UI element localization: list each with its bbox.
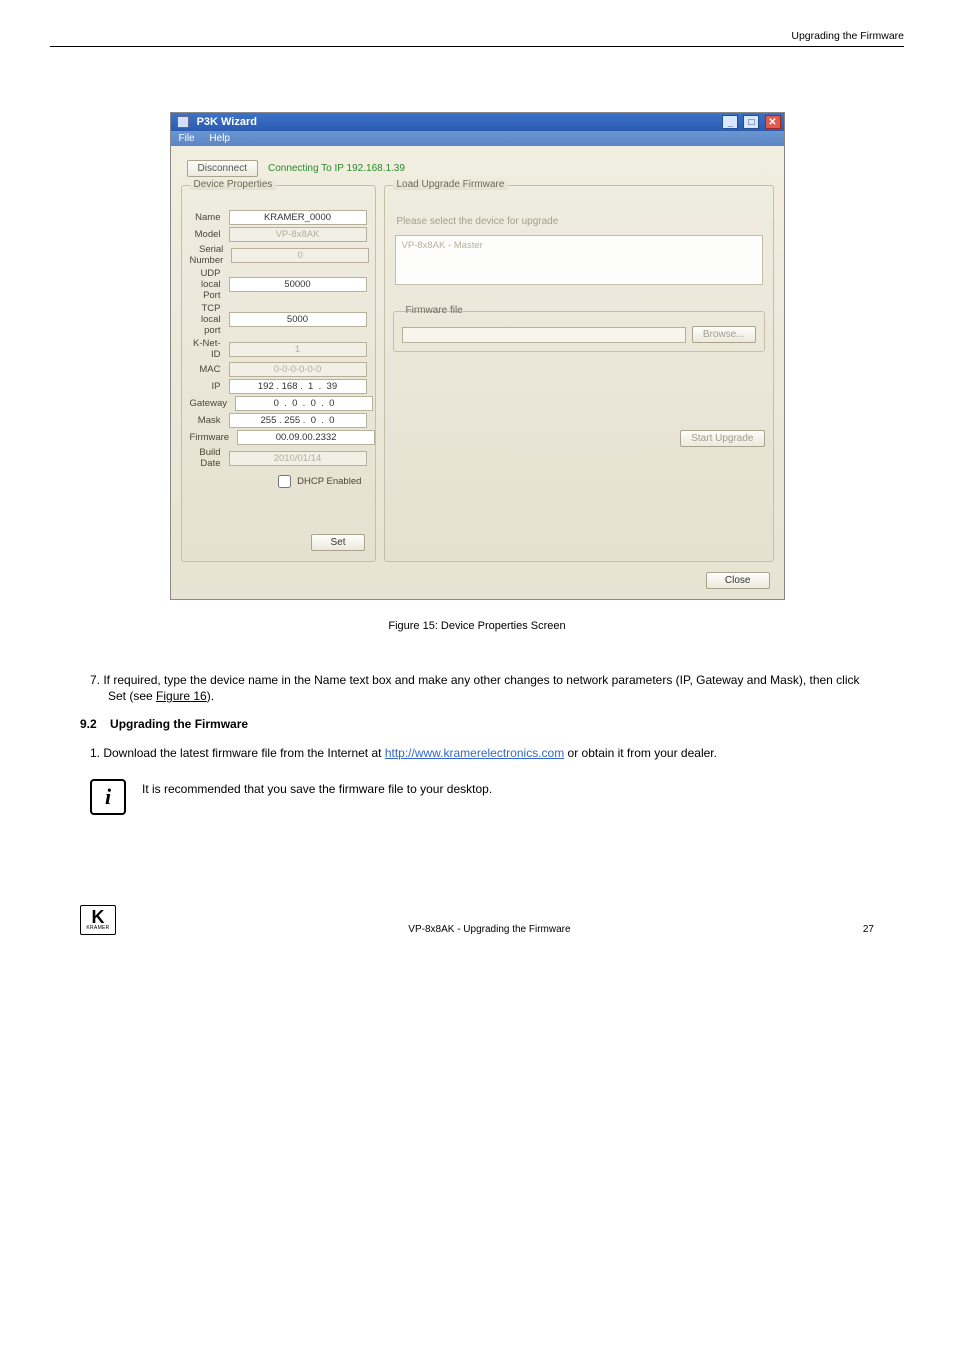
mask-field[interactable] — [229, 413, 367, 428]
label-ip: IP — [190, 381, 229, 392]
page-header-right: Upgrading the Firmware — [791, 30, 904, 42]
window-title: P3K Wizard — [197, 116, 257, 128]
step-7: 7. If required, type the device name in … — [80, 672, 874, 704]
minimize-button[interactable]: _ — [722, 115, 738, 129]
device-list-item[interactable]: VP-8x8AK - Master — [402, 240, 483, 251]
ip-field[interactable] — [229, 379, 367, 394]
firmware-file-input[interactable] — [402, 327, 686, 343]
udp-field[interactable] — [229, 277, 367, 292]
footer-text: VP-8x8AK - Upgrading the Firmware — [408, 924, 570, 935]
start-upgrade-button[interactable]: Start Upgrade — [680, 430, 764, 447]
titlebar: P3K Wizard _ □ ✕ — [171, 113, 784, 131]
gateway-field[interactable] — [235, 396, 373, 411]
upgrade-legend: Load Upgrade Firmware — [393, 179, 509, 190]
firmware-file-panel: Firmware file Browse... — [393, 311, 765, 352]
label-model: Model — [190, 229, 229, 240]
upgrade-panel: Load Upgrade Firmware Please select the … — [384, 185, 774, 562]
build-field — [229, 451, 367, 466]
name-field[interactable] — [229, 210, 367, 225]
connection-status: Connecting To IP 192.168.1.39 — [268, 163, 405, 174]
menu-file[interactable]: File — [179, 133, 195, 144]
label-mac: MAC — [190, 364, 229, 375]
device-properties-legend: Device Properties — [190, 179, 277, 190]
firmware-field[interactable] — [237, 430, 375, 445]
label-serial: Serial Number — [190, 244, 232, 266]
window-controls: _ □ ✕ — [720, 115, 780, 129]
step-1: 1. Download the latest firmware file fro… — [80, 745, 874, 761]
model-field — [229, 227, 367, 242]
label-gateway: Gateway — [190, 398, 236, 409]
dhcp-label: DHCP Enabled — [297, 476, 361, 487]
label-knet: K-Net-ID — [190, 338, 229, 360]
label-mask: Mask — [190, 415, 229, 426]
menubar: File Help — [171, 131, 784, 146]
dhcp-checkbox[interactable] — [278, 475, 291, 488]
label-tcp: TCP local port — [190, 303, 229, 336]
kramer-logo: K KRAMER — [80, 905, 116, 935]
mac-field — [229, 362, 367, 377]
knet-field — [229, 342, 367, 357]
section-heading: 9.2 Upgrading the Firmware — [80, 716, 874, 732]
close-button[interactable]: Close — [706, 572, 770, 589]
note-text: It is recommended that you save the firm… — [142, 779, 874, 798]
upgrade-hint: Please select the device for upgrade — [397, 216, 765, 227]
device-properties-panel: Device Properties Name Model Serial Numb… — [181, 185, 376, 562]
figure-16-ref: Figure 16 — [156, 689, 207, 703]
wizard-window: P3K Wizard _ □ ✕ File Help Disconnect Co… — [170, 112, 785, 600]
label-firmware: Firmware — [190, 432, 238, 443]
figure-caption: Figure 15: Device Properties Screen — [50, 620, 904, 632]
firmware-file-legend: Firmware file — [402, 305, 467, 316]
label-build: Build Date — [190, 447, 229, 469]
kramer-link[interactable]: http://www.kramerelectronics.com — [385, 746, 564, 760]
disconnect-button[interactable]: Disconnect — [187, 160, 258, 177]
tcp-field[interactable] — [229, 312, 367, 327]
info-icon: i — [90, 779, 126, 815]
maximize-button[interactable]: □ — [743, 115, 759, 129]
browse-button[interactable]: Browse... — [692, 326, 756, 343]
menu-help[interactable]: Help — [209, 133, 230, 144]
device-listbox[interactable]: VP-8x8AK - Master — [395, 235, 763, 285]
label-name: Name — [190, 212, 229, 223]
set-button[interactable]: Set — [311, 534, 364, 551]
serial-field — [231, 248, 369, 263]
close-window-button[interactable]: ✕ — [765, 115, 781, 129]
app-icon — [177, 116, 189, 128]
label-udp: UDP local Port — [190, 268, 229, 301]
page-number: 27 — [863, 924, 874, 935]
